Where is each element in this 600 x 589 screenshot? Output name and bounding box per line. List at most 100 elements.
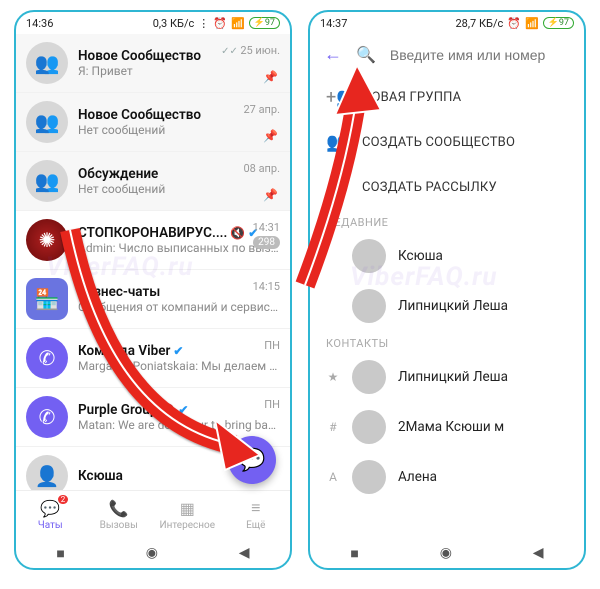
search-input[interactable] bbox=[390, 47, 571, 63]
chats-icon: 💬2 bbox=[40, 499, 60, 518]
contact-row[interactable]: #2Мама Ксюши м bbox=[310, 402, 584, 452]
chat-time: 08 апр. bbox=[243, 162, 280, 175]
index-key: ★ bbox=[326, 370, 340, 384]
chat-subtitle: Нет сообщений bbox=[78, 123, 280, 137]
chat-title: Purple Group🔇✔ bbox=[78, 402, 280, 418]
nav-chats[interactable]: 💬2 Чаты bbox=[16, 491, 85, 538]
add-group-icon: +👥 bbox=[326, 87, 348, 108]
chat-subtitle: Я: Привет bbox=[78, 64, 280, 78]
back-icon[interactable]: ◀ bbox=[533, 545, 544, 561]
pin-icon: 📌 bbox=[263, 129, 278, 143]
recent-contact[interactable]: Липницкий Леша bbox=[310, 281, 584, 331]
contact-avatar bbox=[352, 360, 386, 394]
contact-name: Липницкий Леша bbox=[398, 298, 508, 314]
contact-row[interactable]: ★Липницкий Леша bbox=[310, 352, 584, 402]
unread-badge: 298 bbox=[253, 236, 280, 249]
battery-icon: ⚡97 bbox=[249, 17, 280, 29]
chat-row[interactable]: ✆ Команда Viber✔Margarita Poniatskaia: Мы… bbox=[16, 329, 290, 388]
phone-icon: 📞 bbox=[109, 499, 129, 518]
alarm-icon: ⏰ bbox=[507, 17, 521, 30]
chat-subtitle: Сообщения от компаний и сервисов bbox=[78, 300, 280, 314]
recent-apps-icon[interactable]: ■ bbox=[350, 545, 358, 562]
create-broadcast[interactable]: 📣 СОЗДАТЬ РАССЫЛКУ bbox=[310, 165, 584, 210]
section-recent: НЕДАВНИЕ bbox=[310, 210, 584, 231]
recent-contact[interactable]: Ксюша bbox=[310, 231, 584, 281]
create-community[interactable]: 👥 СОЗДАТЬ СООБЩЕСТВО bbox=[310, 120, 584, 165]
chat-time: 14:15 bbox=[253, 280, 280, 293]
chat-row[interactable]: 👥ОбсуждениеНет сообщений08 апр.📌 bbox=[16, 152, 290, 211]
status-net: 28,7 КБ/с bbox=[456, 17, 504, 30]
contact-avatar bbox=[352, 410, 386, 444]
new-chat-fab[interactable]: 💬 bbox=[228, 436, 276, 484]
status-bar: 14:37 28,7 КБ/с ⏰ 📶 ⚡97 bbox=[310, 12, 584, 34]
status-bar: 14:36 0,3 КБ/с ⋮ ⏰ 📶 ⚡97 bbox=[16, 12, 290, 34]
chat-row[interactable]: 🏪Бизнес-чатыСообщения от компаний и серв… bbox=[16, 270, 290, 329]
phone-right: 14:37 28,7 КБ/с ⏰ 📶 ⚡97 ← 🔍 +👥 НОВАЯ ГРУ… bbox=[308, 10, 586, 570]
home-icon[interactable]: ◉ bbox=[146, 545, 158, 561]
contact-avatar bbox=[352, 460, 386, 494]
home-icon[interactable]: ◉ bbox=[440, 545, 452, 561]
grid-icon: ▦ bbox=[180, 499, 195, 518]
chat-title: Команда Viber✔ bbox=[78, 343, 280, 359]
chat-avatar: ✆ bbox=[26, 396, 68, 438]
battery-icon: ⚡97 bbox=[543, 17, 574, 29]
chat-avatar: ✺ bbox=[26, 219, 68, 261]
pin-icon: 📌 bbox=[263, 70, 278, 84]
community-icon: 👥 bbox=[326, 132, 348, 153]
index-key: A bbox=[326, 470, 340, 484]
android-nav: ■ ◉ ◀ bbox=[16, 538, 290, 568]
chat-row[interactable]: ✺ СТОПКОРОНАВИРУС....🔇✔Admin: Число выпис… bbox=[16, 211, 290, 270]
nav-feed[interactable]: ▦ Интересное bbox=[153, 491, 222, 538]
verified-icon: ✔ bbox=[173, 344, 183, 358]
signal-icon: 📶 bbox=[525, 17, 539, 30]
contact-name: Ксюша bbox=[398, 248, 443, 264]
section-contacts: КОНТАКТЫ bbox=[310, 331, 584, 352]
pin-icon: 📌 bbox=[263, 188, 278, 202]
bottom-nav: 💬2 Чаты 📞 Вызовы ▦ Интересное ≡ Ещё bbox=[16, 490, 290, 538]
recent-apps-icon[interactable]: ■ bbox=[56, 545, 64, 562]
chat-avatar: ✆ bbox=[26, 337, 68, 379]
back-icon[interactable]: ◀ bbox=[239, 545, 250, 561]
alarm-icon: ⏰ bbox=[213, 17, 227, 30]
read-checks-icon: ✓✓ bbox=[221, 46, 240, 57]
contact-row[interactable]: A Алена bbox=[310, 452, 584, 502]
chat-title: СТОПКОРОНАВИРУС....🔇✔ bbox=[78, 225, 280, 241]
chat-subtitle: Admin: Число выписанных по выздоровлению… bbox=[78, 241, 280, 255]
chat-list[interactable]: 👥Новое СообществоЯ: Привет✓✓ 25 июн.📌👥Но… bbox=[16, 34, 290, 490]
nav-calls[interactable]: 📞 Вызовы bbox=[85, 491, 154, 538]
chat-time: 27 апр. bbox=[243, 103, 280, 116]
chat-subtitle: Matan: We are doing our to bring back ou… bbox=[78, 418, 280, 432]
contact-name: Алена bbox=[398, 469, 437, 485]
signal-icon: 📶 bbox=[231, 17, 245, 30]
mute-icon: 🔇 bbox=[160, 403, 175, 417]
menu-icon: ≡ bbox=[251, 498, 260, 518]
contact-name: 2Мама Ксюши м bbox=[398, 419, 504, 435]
chat-time: ✓✓ 25 июн. bbox=[221, 44, 280, 57]
chat-time: 14:31 bbox=[253, 221, 280, 234]
chat-subtitle: Нет сообщений bbox=[78, 182, 280, 196]
status-time: 14:37 bbox=[320, 17, 347, 30]
contact-avatar bbox=[352, 289, 386, 323]
search-icon[interactable]: 🔍 bbox=[356, 45, 376, 64]
chat-time: ПН bbox=[264, 398, 280, 411]
status-net: 0,3 КБ/с bbox=[153, 17, 195, 30]
search-bar: ← 🔍 bbox=[310, 34, 584, 75]
index-key: # bbox=[326, 420, 340, 434]
create-new-group[interactable]: +👥 НОВАЯ ГРУППА bbox=[310, 75, 584, 120]
phone-left: 14:36 0,3 КБ/с ⋮ ⏰ 📶 ⚡97 👥Новое Сообщест… bbox=[14, 10, 292, 570]
chat-time: ПН bbox=[264, 339, 280, 352]
chat-subtitle: Margarita Poniatskaia: Мы делаем все воз… bbox=[78, 359, 280, 373]
status-time: 14:36 bbox=[26, 17, 53, 30]
chat-row[interactable]: 👥Новое СообществоНет сообщений27 апр.📌 bbox=[16, 93, 290, 152]
chat-row[interactable]: 👥Новое СообществоЯ: Привет✓✓ 25 июн.📌 bbox=[16, 34, 290, 93]
broadcast-icon: 📣 bbox=[326, 177, 348, 198]
mute-icon: 🔇 bbox=[230, 226, 245, 240]
chat-title: Бизнес-чаты bbox=[78, 284, 280, 300]
chat-avatar: 👥 bbox=[26, 42, 68, 84]
nav-badge: 2 bbox=[58, 495, 69, 504]
nav-more[interactable]: ≡ Ещё bbox=[222, 491, 291, 538]
verified-icon: ✔ bbox=[178, 403, 188, 417]
bluetooth-icon: ⋮ bbox=[198, 17, 209, 30]
chat-avatar: 👥 bbox=[26, 101, 68, 143]
back-arrow-icon[interactable]: ← bbox=[324, 44, 342, 65]
